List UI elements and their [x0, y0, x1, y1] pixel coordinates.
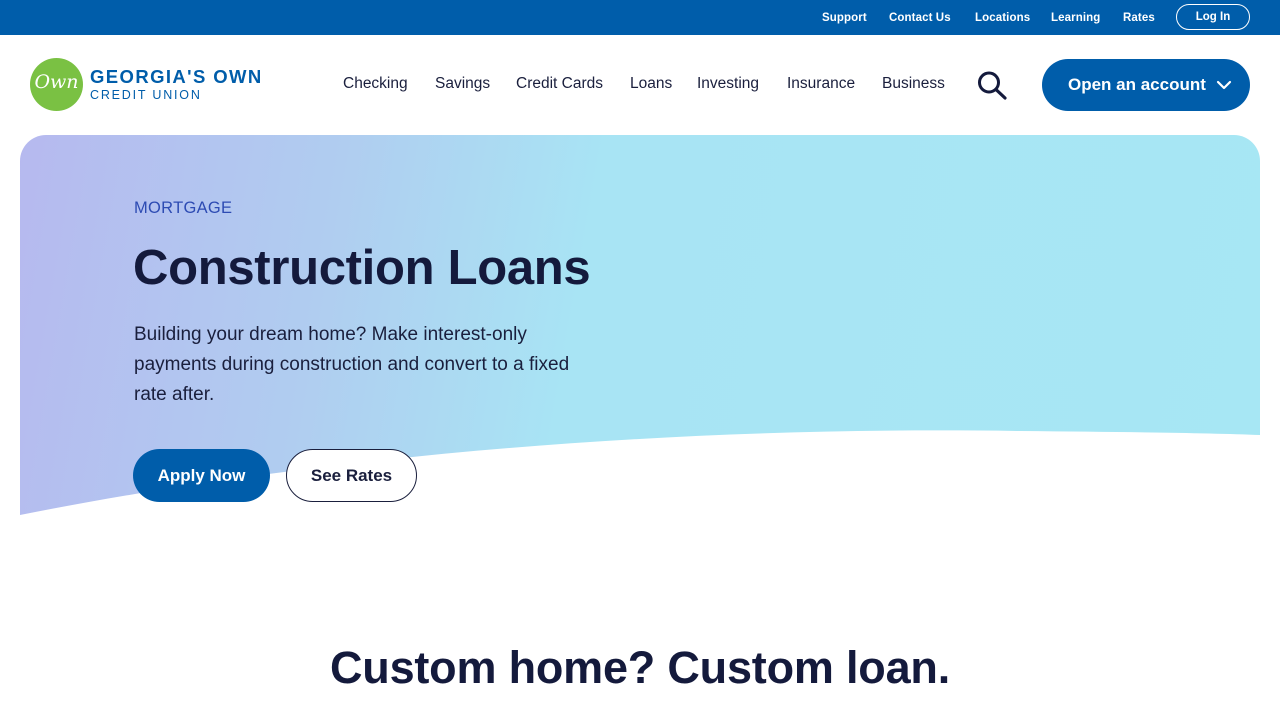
page-title: Construction Loans: [133, 241, 591, 295]
open-account-button[interactable]: Open an account: [1042, 59, 1250, 111]
nav-item-insurance[interactable]: Insurance: [787, 75, 855, 93]
section-heading: Custom home? Custom loan.: [329, 642, 950, 693]
brand-logo[interactable]: Own GEORGIA'S OWN CREDIT UNION: [30, 58, 280, 112]
utility-bar: Support Contact Us Locations Learning Ra…: [0, 0, 1280, 35]
utility-link-support[interactable]: Support: [822, 12, 867, 24]
nav-item-business[interactable]: Business: [882, 75, 945, 93]
nav-item-savings[interactable]: Savings: [435, 75, 490, 93]
login-button[interactable]: Log In: [1176, 4, 1250, 30]
chevron-down-icon: [1216, 80, 1232, 90]
hero-description: Building your dream home? Make interest-…: [134, 324, 570, 405]
utility-link-locations[interactable]: Locations: [975, 12, 1030, 24]
nav-item-credit-cards[interactable]: Credit Cards: [516, 75, 603, 93]
nav-item-investing[interactable]: Investing: [697, 75, 759, 93]
search-button[interactable]: [976, 70, 1008, 100]
utility-link-rates[interactable]: Rates: [1123, 12, 1155, 24]
open-account-label: Open an account: [1068, 75, 1206, 94]
logo-mark-text: Own: [34, 71, 79, 93]
see-rates-button[interactable]: See Rates: [286, 449, 417, 502]
nav-item-loans[interactable]: Loans: [630, 75, 672, 93]
apply-now-button[interactable]: Apply Now: [133, 449, 270, 502]
logo-subtitle: CREDIT UNION: [90, 88, 202, 102]
utility-link-learning[interactable]: Learning: [1051, 12, 1100, 24]
nav-item-checking[interactable]: Checking: [343, 75, 408, 93]
utility-link-contact-us[interactable]: Contact Us: [889, 12, 951, 24]
logo-mark: Own: [30, 58, 83, 111]
logo-name: GEORGIA'S OWN: [90, 66, 263, 87]
hero-eyebrow: MORTGAGE: [134, 199, 233, 217]
search-icon: [978, 71, 1007, 100]
